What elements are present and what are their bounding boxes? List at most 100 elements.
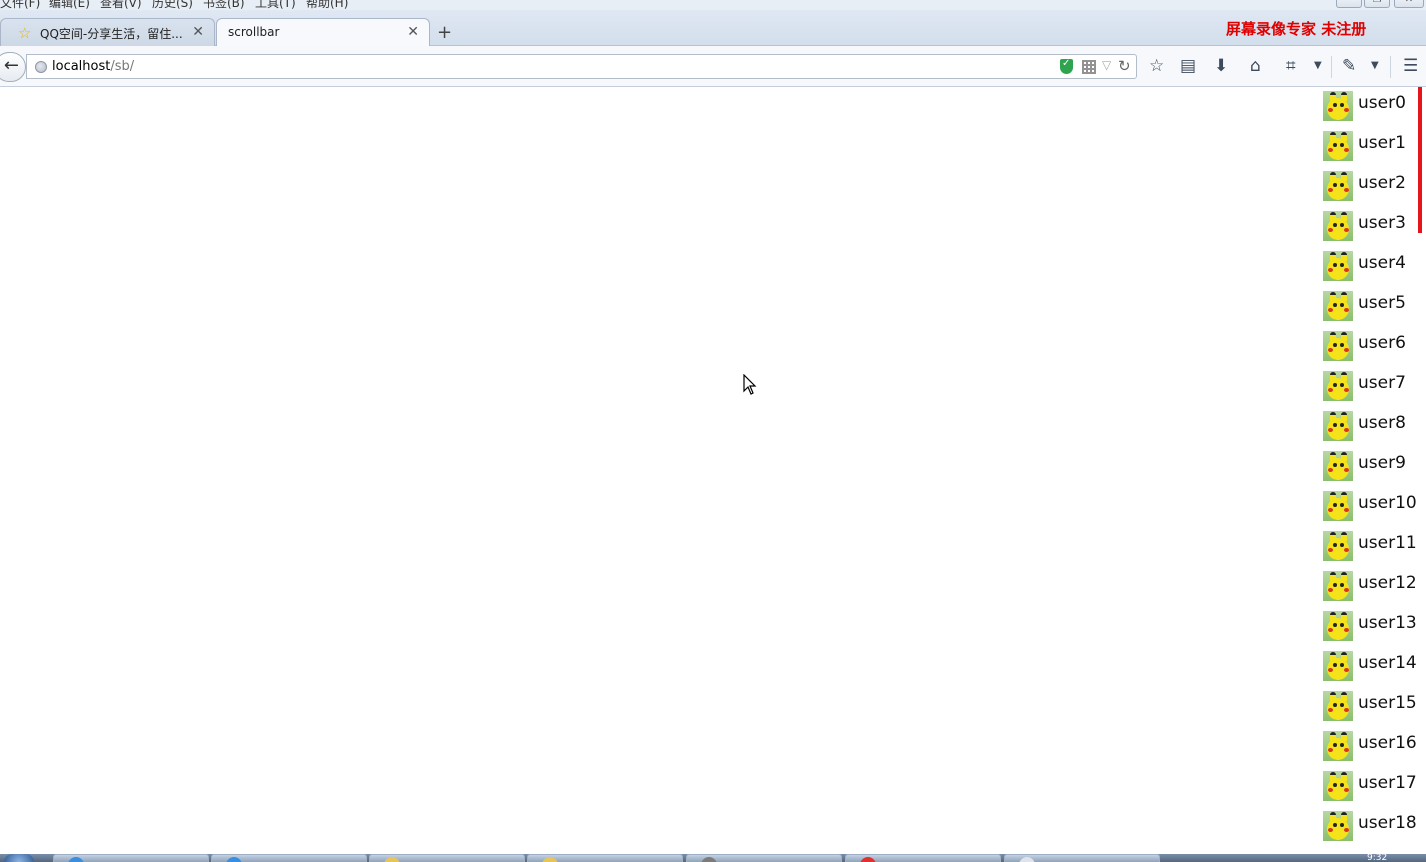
shield-icon[interactable] (1060, 58, 1073, 74)
avatar (1323, 451, 1353, 481)
avatar (1323, 531, 1353, 561)
avatar (1323, 131, 1353, 161)
menu-bar: 文件(F) 编辑(E) 查看(V) 历史(S) 书签(B) 工具(T) 帮助(H… (0, 0, 1426, 10)
user-name: user12 (1358, 573, 1417, 593)
list-item[interactable]: user10 (1322, 487, 1418, 527)
avatar (1323, 411, 1353, 441)
restore-icon[interactable]: ❐ (1364, 0, 1390, 8)
list-item[interactable]: user6 (1322, 327, 1418, 367)
user-name: user0 (1358, 93, 1406, 113)
minimize-icon[interactable]: – (1336, 0, 1362, 8)
close-tab-icon[interactable]: ✕ (192, 24, 204, 40)
browser-icon (68, 857, 84, 862)
recorder-watermark: 屏幕录像专家 未注册 (1226, 20, 1367, 38)
url-text[interactable]: localhost/sb/ (52, 59, 134, 74)
avatar (1323, 171, 1353, 201)
taskbar-button-red-app[interactable] (845, 854, 1001, 862)
list-item[interactable]: user15 (1322, 687, 1418, 727)
taskbar-button-app[interactable] (686, 854, 842, 862)
toolbar-divider (1390, 56, 1391, 78)
extension-icon[interactable]: ✎ (1342, 56, 1356, 76)
list-item[interactable]: user17 (1322, 767, 1418, 807)
mouse-cursor-icon (743, 374, 757, 395)
avatar (1323, 651, 1353, 681)
user-name: user9 (1358, 453, 1406, 473)
folder-icon (384, 857, 400, 862)
reading-list-icon[interactable]: ▤ (1180, 56, 1196, 76)
list-item[interactable]: user16 (1322, 727, 1418, 767)
url-host: localhost (52, 59, 111, 74)
back-arrow-icon[interactable]: ← (0, 52, 26, 82)
list-item[interactable]: user9 (1322, 447, 1418, 487)
user-name: user1 (1358, 133, 1406, 153)
globe-icon (35, 61, 47, 73)
list-item[interactable]: user2 (1322, 167, 1418, 207)
avatar (1323, 691, 1353, 721)
qr-code-icon[interactable] (1082, 60, 1096, 74)
dropdown-triangle-icon[interactable]: ▽ (1102, 58, 1111, 72)
list-item[interactable]: user11 (1322, 527, 1418, 567)
list-item[interactable]: user18 (1322, 807, 1418, 847)
taskbar-clock: 9:32 (1367, 853, 1388, 862)
user-name: user16 (1358, 733, 1417, 753)
avatar (1323, 251, 1353, 281)
list-item[interactable]: user5 (1322, 287, 1418, 327)
list-item[interactable]: user7 (1322, 367, 1418, 407)
user-name: user2 (1358, 173, 1406, 193)
user-list: user0 user1 user2 user3 user4 user5 user6 user7… (1322, 87, 1418, 847)
list-item[interactable]: user14 (1322, 647, 1418, 687)
user-name: user13 (1358, 613, 1417, 633)
taskbar-button-folder[interactable] (527, 854, 683, 862)
page-content: user0 user1 user2 user3 user4 user5 user6 user7… (0, 87, 1426, 854)
tab-title: QQ空间-分享生活，留住... (40, 27, 183, 41)
crop-icon[interactable]: ⌗ (1286, 56, 1296, 76)
download-icon[interactable]: ⬇ (1214, 56, 1228, 76)
list-item[interactable]: user8 (1322, 407, 1418, 447)
list-item[interactable]: user3 (1322, 207, 1418, 247)
scrollbar-thumb[interactable] (1418, 87, 1422, 233)
avatar (1323, 371, 1353, 401)
list-item[interactable]: user1 (1322, 127, 1418, 167)
home-icon[interactable]: ⌂ (1250, 56, 1261, 76)
avatar (1323, 611, 1353, 641)
reload-icon[interactable]: ↻ (1118, 57, 1131, 75)
user-name: user14 (1358, 653, 1417, 673)
browser-icon (226, 857, 242, 862)
toolbar-divider (1331, 56, 1332, 78)
list-item[interactable]: user13 (1322, 607, 1418, 647)
new-tab-icon[interactable]: + (437, 22, 452, 43)
crop-dropdown-icon[interactable]: ▼ (1314, 56, 1322, 76)
start-button[interactable] (4, 854, 34, 862)
tab-scrollbar[interactable]: scrollbar ✕ (216, 18, 430, 46)
taskbar-button-browser[interactable] (211, 854, 367, 862)
tab-strip: ☆ QQ空间-分享生活，留住... ✕ scrollbar ✕ + (0, 10, 1426, 46)
close-window-icon[interactable]: ✕ (1394, 0, 1424, 8)
url-bar[interactable]: localhost/sb/ ▽ ↻ (26, 54, 1137, 79)
browser-window: 文件(F) 编辑(E) 查看(V) 历史(S) 书签(B) 工具(T) 帮助(H… (0, 0, 1426, 862)
list-item[interactable]: user0 (1322, 87, 1418, 127)
list-item[interactable]: user4 (1322, 247, 1418, 287)
avatar (1323, 91, 1353, 121)
taskbar: 9:32 (0, 854, 1426, 862)
menu-hamburger-icon[interactable]: ☰ (1403, 56, 1418, 76)
user-name: user17 (1358, 773, 1417, 793)
taskbar-button-browser[interactable] (53, 854, 209, 862)
avatar (1323, 811, 1353, 841)
user-name: user5 (1358, 293, 1406, 313)
tab-qq-space[interactable]: ☆ QQ空间-分享生活，留住... ✕ (0, 18, 215, 46)
bookmark-star-icon[interactable]: ☆ (1149, 56, 1164, 76)
taskbar-button-window[interactable] (1004, 854, 1160, 862)
extension-dropdown-icon[interactable]: ▼ (1371, 56, 1379, 76)
tab-title: scrollbar (228, 25, 280, 39)
user-name: user11 (1358, 533, 1417, 553)
list-item[interactable]: user12 (1322, 567, 1418, 607)
close-tab-icon[interactable]: ✕ (407, 24, 419, 40)
user-name: user3 (1358, 213, 1406, 233)
avatar (1323, 731, 1353, 761)
user-name: user6 (1358, 333, 1406, 353)
nav-bar: ← localhost/sb/ ▽ ↻ ☆ ▤ ⬇ ⌂ ⌗ ▼ ✎ ▼ ☰ (0, 46, 1426, 87)
user-name: user10 (1358, 493, 1417, 513)
red-app-icon (860, 857, 876, 862)
taskbar-button-folder[interactable] (369, 854, 525, 862)
url-path: /sb/ (110, 59, 135, 74)
